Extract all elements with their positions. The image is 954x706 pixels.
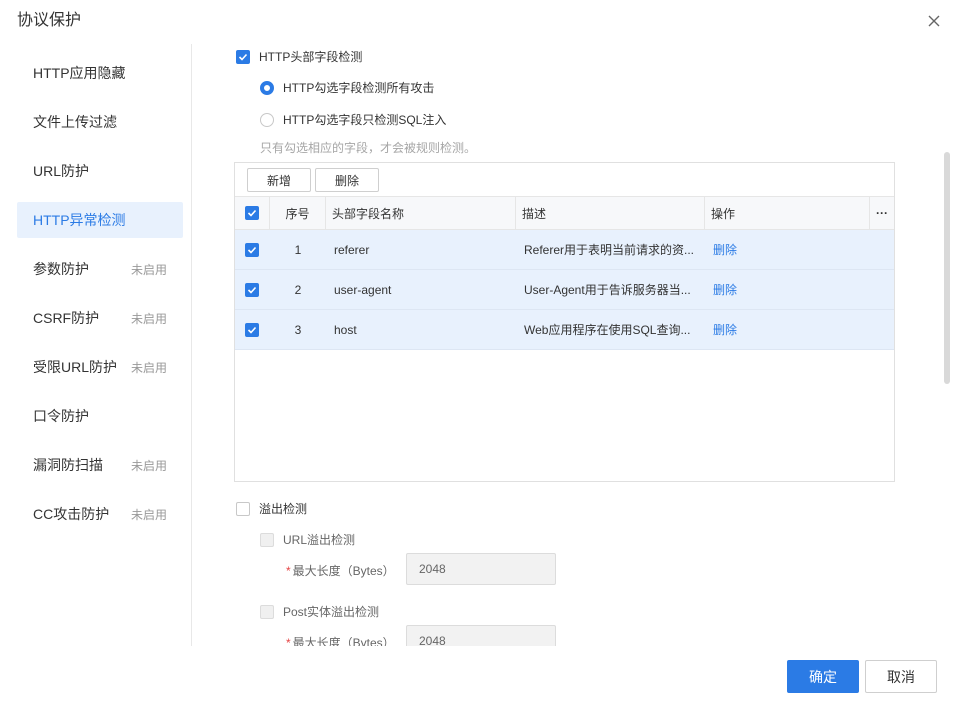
table-row: 2 user-agent User-Agent用于告诉服务器当... 删除 [235,270,894,310]
table-header: 序号 头部字段名称 描述 操作 ··· [235,196,894,230]
row-checkbox-cell [245,230,261,269]
sidebar-item-label: HTTP异常检测 [33,212,126,228]
sidebar-item-label: 口令防护 [33,408,89,424]
status-badge: 未启用 [131,311,168,326]
row-index: 1 [294,242,302,257]
url-overflow-row: URL溢出检测 [260,531,355,548]
row-checkbox[interactable] [245,322,259,337]
row-description: Web应用程序在使用SQL查询... [524,323,691,337]
row-checkbox-cell [245,310,261,349]
column-header-index: 序号 [270,197,326,229]
column-header-desc: 描述 [516,197,705,229]
confirm-button[interactable]: 确定 [787,660,859,693]
column-header-action: 操作 [705,197,870,229]
sidebar-item-label: URL防护 [33,163,90,179]
url-overflow-checkbox[interactable] [260,532,274,547]
check-icon [247,246,257,254]
row-delete-link[interactable]: 删除 [713,230,753,269]
overflow-label: 溢出检测 [259,502,308,516]
post-overflow-label: Post实体溢出检测 [283,605,380,619]
overflow-check-row: 溢出检测 [236,500,307,517]
sidebar-item-http-app-hide[interactable]: HTTP应用隐藏 [17,55,183,91]
url-overflow-label: URL溢出检测 [283,533,356,547]
sidebar-item-label: CC攻击防护 [33,506,110,522]
row-delete-link[interactable]: 删除 [713,270,753,309]
row-field-name: referer [334,242,370,257]
sidebar-item-label: 受限URL防护 [33,359,118,375]
sidebar-item-url-protection[interactable]: URL防护 [17,153,183,189]
check-icon [247,209,257,217]
column-header-name: 头部字段名称 [326,197,516,229]
add-button[interactable]: 新增 [247,168,311,192]
status-badge: 未启用 [131,360,168,375]
delete-button[interactable]: 删除 [315,168,379,192]
sidebar-item-label: CSRF防护 [33,310,100,326]
row-field-name: host [334,322,357,337]
check-icon [238,53,248,61]
sidebar-item-file-upload-filter[interactable]: 文件上传过滤 [17,104,183,140]
sidebar-item-anti-scan[interactable]: 漏洞防扫描 未启用 [17,447,183,483]
sidebar-item-cc-attack[interactable]: CC攻击防护 未启用 [17,496,183,532]
row-checkbox[interactable] [245,282,259,297]
sidebar-item-http-anomaly[interactable]: HTTP异常检测 [17,202,183,238]
url-max-length-label: * 最大长度（Bytes） [286,564,395,578]
row-checkbox[interactable] [245,242,259,257]
sidebar-item-label: 漏洞防扫描 [33,457,103,473]
status-badge: 未启用 [131,458,168,473]
sidebar-item-csrf[interactable]: CSRF防护 未启用 [17,300,183,336]
url-max-length-input[interactable]: 2048 [406,553,556,585]
row-checkbox-cell [245,270,261,309]
check-icon [247,286,257,294]
close-icon[interactable] [926,13,942,29]
radio-all-attacks[interactable] [260,80,274,95]
header-field-table: 新增 删除 序号 头部字段名称 描述 操作 ··· 1 referer Refe… [234,162,895,482]
row-description: Referer用于表明当前请求的资... [524,243,695,257]
row-index: 2 [294,282,302,297]
table-row: 1 referer Referer用于表明当前请求的资... 删除 [235,230,894,270]
post-overflow-row: Post实体溢出检测 [260,603,379,620]
radio-row: HTTP勾选字段只检测SQL注入 [260,111,446,128]
post-max-length-input[interactable]: 2048 [406,625,556,646]
settings-panel: HTTP头部字段检测 HTTP勾选字段检测所有攻击 HTTP勾选字段只检测SQL… [193,44,954,646]
select-all-checkbox[interactable] [245,206,259,220]
field-hint: 只有勾选相应的字段，才会被规则检测。 [260,141,477,155]
sidebar-item-label: 文件上传过滤 [33,114,117,130]
check-icon [247,326,257,334]
dialog-title: 协议保护 [17,12,82,29]
header-check-label: HTTP头部字段检测 [259,50,363,64]
content-scrollbar[interactable] [944,152,950,384]
row-field-name: user-agent [334,282,392,297]
sidebar-item-label: HTTP应用隐藏 [33,65,126,81]
sidebar-item-label: 参数防护 [33,261,89,277]
status-badge: 未启用 [131,507,168,522]
cancel-button[interactable]: 取消 [865,660,937,693]
row-description: User-Agent用于告诉服务器当... [524,283,691,297]
post-overflow-checkbox[interactable] [260,604,274,619]
post-max-length-label: * 最大长度（Bytes） [286,636,395,646]
row-delete-link[interactable]: 删除 [713,310,753,349]
header-check-row: HTTP头部字段检测 [236,48,362,65]
sidebar-item-restricted-url[interactable]: 受限URL防护 未启用 [17,349,183,385]
select-all-cell [235,197,270,229]
status-badge: 未启用 [131,262,168,277]
column-settings-icon[interactable]: ··· [870,197,894,229]
header-field-checkbox[interactable] [236,49,250,64]
sidebar-item-password[interactable]: 口令防护 [17,398,183,434]
table-row: 3 host Web应用程序在使用SQL查询... 删除 [235,310,894,350]
overflow-checkbox[interactable] [236,501,250,516]
row-index: 3 [294,322,302,337]
radio-label: HTTP勾选字段只检测SQL注入 [283,113,447,127]
sidebar-nav: HTTP应用隐藏 文件上传过滤 URL防护 HTTP异常检测 参数防护 未启用 … [0,44,192,646]
radio-row: HTTP勾选字段检测所有攻击 [260,79,434,96]
sidebar-item-param-protection[interactable]: 参数防护 未启用 [17,251,183,287]
radio-sql-only[interactable] [260,112,274,127]
radio-label: HTTP勾选字段检测所有攻击 [283,81,435,95]
